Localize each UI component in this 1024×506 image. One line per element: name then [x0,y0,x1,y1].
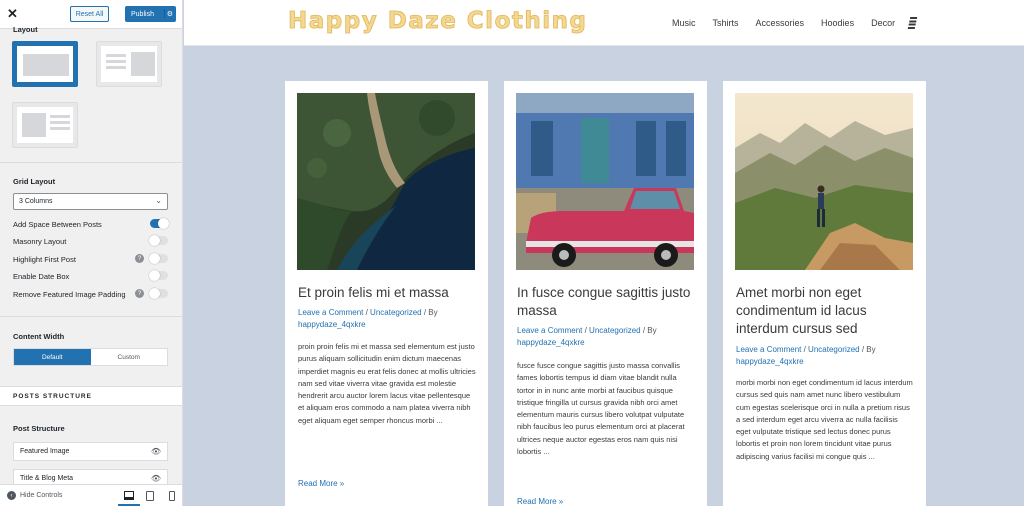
mobile-preview-icon[interactable] [169,491,175,501]
divider [0,316,182,317]
toggle-row-masonry: Masonry Layout [13,235,168,247]
toggle-switch[interactable] [149,270,168,281]
post-structure-label: Post Structure [13,424,65,433]
sidebar-footer: ‹ Hide Controls [0,484,182,506]
post-meta: Leave a Comment / Uncategorized / By hap… [736,345,876,366]
publish-label: Publish [131,10,154,18]
desktop-preview-icon[interactable] [124,491,134,500]
posts-structure-header[interactable]: POSTS STRUCTURE [0,386,182,406]
toggle-switch[interactable] [149,288,168,299]
toggle-label: Highlight First Post [13,254,76,264]
post-title[interactable]: In fusce congue sagittis justo massa [517,284,697,320]
comment-link[interactable]: Leave a Comment [517,326,582,335]
structure-item-label: Featured Image [20,448,70,455]
nav-item-tshirts[interactable]: Tshirts [713,18,739,28]
gear-icon[interactable]: ⚙ [164,9,173,18]
post-card: In fusce congue sagittis justo massa Lea… [504,81,707,506]
structure-item-featured-image[interactable]: Featured Image 👁 [13,442,168,461]
tablet-preview-icon[interactable] [146,491,154,501]
post-title[interactable]: Et proin felis mi et massa [298,284,478,302]
chevron-down-icon: ⌄ [155,196,162,205]
category-link[interactable]: Uncategorized [808,345,860,354]
grid-layout-value: 3 Columns [19,198,53,205]
menu-icon[interactable] [907,17,918,29]
hide-controls-label: Hide Controls [20,492,63,499]
structure-item-label: Title & Blog Meta [20,475,74,482]
toggle-switch[interactable] [150,218,169,229]
post-card: Et proin felis mi et massa Leave a Comme… [285,81,488,506]
toggle-label: Masonry Layout [13,236,67,246]
nav-item-music[interactable]: Music [672,18,696,28]
nav-item-hoodies[interactable]: Hoodies [821,18,854,28]
nav-item-accessories[interactable]: Accessories [756,18,805,28]
toggle-row-remove-padding: Remove Featured Image Padding ? [13,288,168,300]
divider [0,162,182,163]
post-excerpt: morbi morbi non eget condimentum id lacu… [736,378,913,461]
category-link[interactable]: Uncategorized [370,308,422,317]
toggle-row-highlight-first: Highlight First Post ? [13,253,168,265]
featured-image-aerial-coast[interactable] [297,93,475,270]
hide-controls-button[interactable]: ‹ Hide Controls [7,491,62,500]
publish-button[interactable]: Publish ⚙ [125,6,176,22]
post-excerpt: proin proin felis mi et massa sed elemen… [298,342,476,425]
post-meta: Leave a Comment / Uncategorized / By hap… [517,326,657,347]
comment-link[interactable]: Leave a Comment [298,308,363,317]
toggle-label: Enable Date Box [13,271,70,281]
main-nav: Music Tshirts Accessories Hoodies Decor [672,18,912,28]
featured-image-mountain-hiker[interactable] [735,93,913,270]
collapse-icon: ‹ [7,491,16,500]
comment-link[interactable]: Leave a Comment [736,345,801,354]
post-excerpt: fusce fusce congue sagittis justo massa … [517,361,685,457]
author-link[interactable]: happydaze_4qxkre [517,338,585,347]
content-width-default[interactable]: Default [14,349,91,365]
help-icon[interactable]: ? [135,289,144,298]
grid-layout-label: Grid Layout [13,177,56,186]
help-icon[interactable]: ? [135,254,144,263]
toggle-row-space-between: Add Space Between Posts [13,218,169,230]
featured-image-pink-car[interactable] [516,93,694,270]
layout-label: Layout [13,25,38,34]
site-logo[interactable]: Happy Daze Clothing [288,8,587,35]
toggle-label: Remove Featured Image Padding [13,289,126,299]
site-preview: Happy Daze Clothing Music Tshirts Access… [184,0,1024,506]
close-icon[interactable]: ✕ [7,6,18,22]
content-width-label: Content Width [13,332,65,341]
eye-icon[interactable]: 👁 [151,474,161,483]
layout-option-standard[interactable] [12,41,78,87]
read-more-link[interactable]: Read More » [517,497,563,506]
customizer-sidebar: ✕ Reset All Publish ⚙ Layout Grid Layout… [0,0,183,506]
category-link[interactable]: Uncategorized [589,326,641,335]
grid-layout-select[interactable]: 3 Columns ⌄ [13,193,168,210]
read-more-link[interactable]: Read More » [298,479,344,488]
toggle-switch[interactable] [149,235,168,246]
toggle-label: Add Space Between Posts [13,219,102,229]
toggle-switch[interactable] [149,253,168,264]
post-meta: Leave a Comment / Uncategorized / By hap… [298,308,438,329]
layout-option-left-image[interactable] [12,102,78,148]
content-width-toggle: Default Custom [13,348,168,366]
nav-item-decor[interactable]: Decor [871,18,895,28]
toggle-row-date-box: Enable Date Box [13,270,168,282]
author-link[interactable]: happydaze_4qxkre [736,357,804,366]
post-title[interactable]: Amet morbi non eget condimentum id lacus… [736,284,916,338]
site-header: Happy Daze Clothing Music Tshirts Access… [184,0,1024,46]
author-link[interactable]: happydaze_4qxkre [298,320,366,329]
layout-option-side-image[interactable] [96,41,162,87]
post-card: Amet morbi non eget condimentum id lacus… [723,81,926,506]
reset-all-button[interactable]: Reset All [70,6,109,22]
content-width-custom[interactable]: Custom [91,349,168,365]
eye-icon[interactable]: 👁 [151,447,161,456]
